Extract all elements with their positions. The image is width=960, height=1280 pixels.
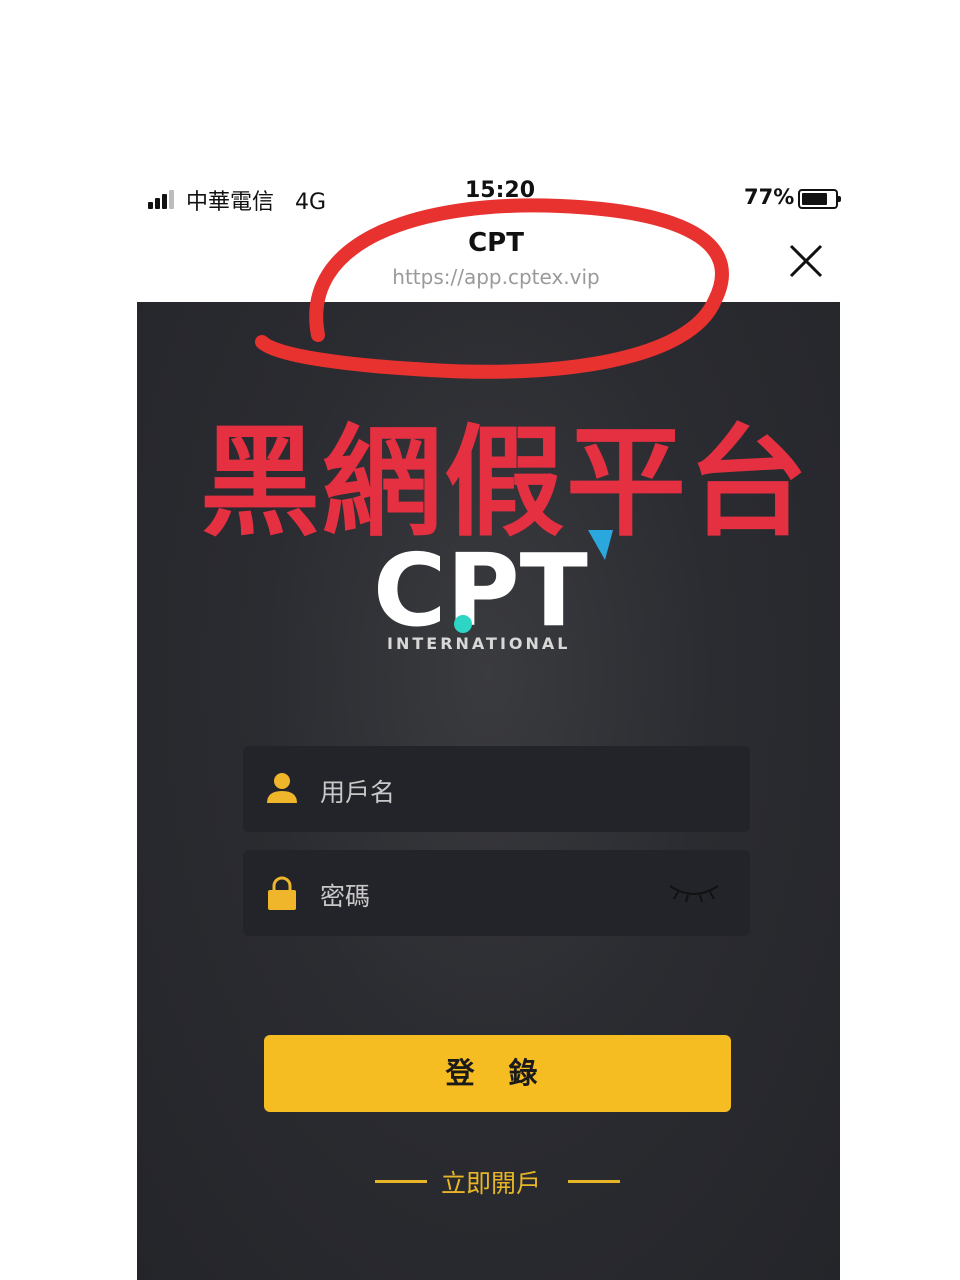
battery-percent: 77% xyxy=(744,185,795,209)
divider-left xyxy=(375,1180,427,1183)
signal-strength-icon xyxy=(148,189,178,209)
username-field[interactable]: 用戶名 xyxy=(243,746,750,832)
status-time: 15:20 xyxy=(465,178,536,203)
carrier-name: 中華電信 xyxy=(186,190,275,215)
close-icon[interactable] xyxy=(785,240,827,282)
user-icon xyxy=(267,773,297,803)
battery-icon xyxy=(798,189,841,209)
password-placeholder: 密碼 xyxy=(320,882,371,911)
lock-icon xyxy=(268,876,296,910)
signup-label: 立即開戶 xyxy=(441,1169,542,1198)
login-button[interactable]: 登 錄 xyxy=(264,1035,731,1112)
carrier-label: 中華電信 4G xyxy=(186,184,326,216)
status-bar: 中華電信 4G 15:20 77% xyxy=(137,178,841,220)
username-placeholder: 用戶名 xyxy=(320,778,396,807)
warning-annotation: 黑網假平台 xyxy=(200,414,810,553)
divider-right xyxy=(568,1180,620,1183)
network-type: 4G xyxy=(295,190,327,215)
page-title: CPT xyxy=(468,228,524,258)
signup-link[interactable]: 立即開戶 xyxy=(375,1164,620,1198)
browser-header: CPT https://app.cptex.vip xyxy=(137,220,840,302)
eye-closed-icon[interactable] xyxy=(668,880,720,904)
page-url: https://app.cptex.vip xyxy=(392,265,600,289)
logo-subtitle: INTERNATIONAL xyxy=(387,634,571,653)
password-field[interactable]: 密碼 xyxy=(243,850,750,936)
